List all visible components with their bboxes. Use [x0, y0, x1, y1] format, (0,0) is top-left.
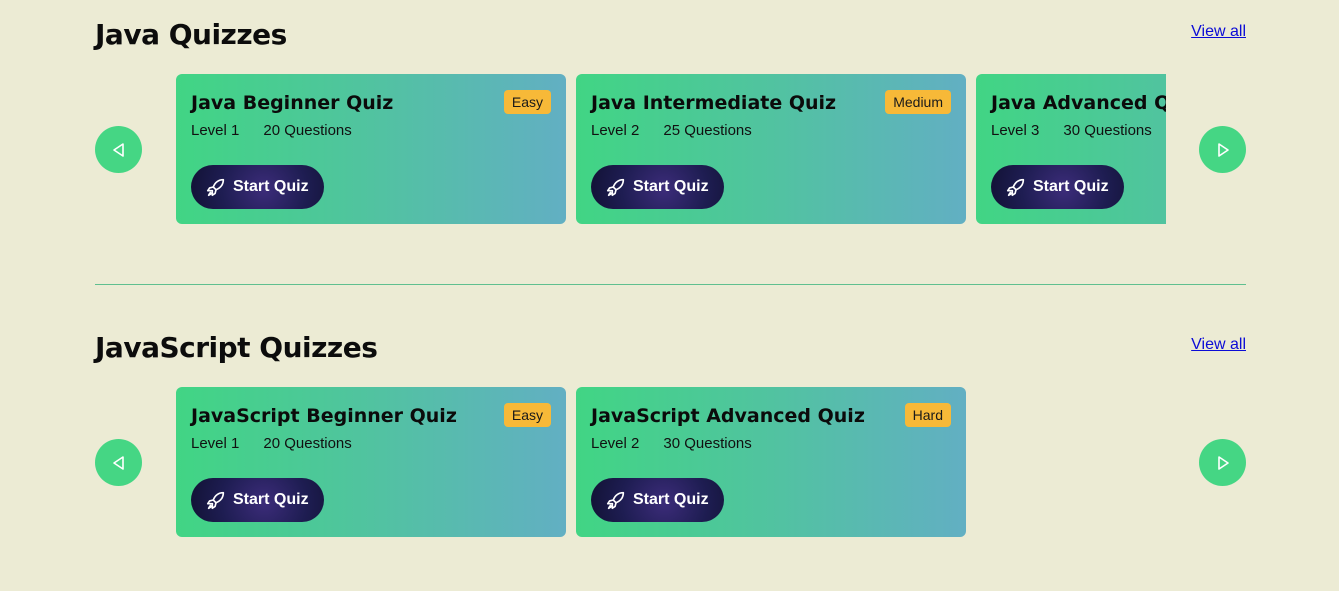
start-quiz-button[interactable]: Start Quiz: [191, 478, 324, 522]
quiz-meta: Level 2 30 Questions: [591, 435, 752, 452]
start-quiz-button[interactable]: Start Quiz: [591, 478, 724, 522]
quiz-card: Java Intermediate Quiz Medium Level 2 25 …: [576, 74, 966, 224]
difficulty-badge: Hard: [904, 403, 951, 427]
start-quiz-label: Start Quiz: [233, 178, 309, 195]
rocket-icon: [606, 491, 625, 510]
quiz-level: Level 1: [191, 122, 240, 139]
start-quiz-label: Start Quiz: [233, 491, 309, 508]
quiz-card: Java Beginner Quiz Easy Level 1 20 Questi…: [176, 74, 566, 224]
quiz-meta: Level 1 20 Questions: [191, 122, 352, 139]
start-quiz-label: Start Quiz: [633, 178, 709, 195]
difficulty-badge: Easy: [503, 90, 551, 114]
quiz-question-count: 30 Questions: [1063, 122, 1152, 139]
rocket-icon: [206, 178, 225, 197]
difficulty-badge: Easy: [503, 403, 551, 427]
carousel-prev-button[interactable]: [95, 126, 142, 173]
triangle-left-icon: [112, 455, 124, 470]
java-quizzes-section: Java Quizzes View all: [95, 18, 1246, 58]
quiz-card: JavaScript Advanced Quiz Hard Level 2 30 …: [576, 387, 966, 537]
quiz-question-count: 20 Questions: [263, 435, 352, 452]
start-quiz-button[interactable]: Start Quiz: [191, 165, 324, 209]
section-title: JavaScript Quizzes: [95, 331, 378, 364]
carousel-next-button[interactable]: [1199, 439, 1246, 486]
quiz-card: Java Advanced Quiz Level 3 30 Questions S…: [976, 74, 1166, 224]
quiz-question-count: 20 Questions: [263, 122, 352, 139]
triangle-right-icon: [1217, 455, 1229, 470]
rocket-icon: [206, 491, 225, 510]
java-quiz-carousel: Java Beginner Quiz Easy Level 1 20 Questi…: [95, 74, 1246, 224]
quiz-level: Level 2: [591, 435, 640, 452]
quiz-meta: Level 1 20 Questions: [191, 435, 352, 452]
carousel-track: Java Beginner Quiz Easy Level 1 20 Questi…: [176, 74, 1166, 224]
start-quiz-label: Start Quiz: [1033, 178, 1109, 195]
carousel-prev-button[interactable]: [95, 439, 142, 486]
view-all-link[interactable]: View all: [1191, 336, 1246, 354]
quiz-level: Level 3: [991, 122, 1040, 139]
quiz-question-count: 30 Questions: [663, 435, 752, 452]
start-quiz-label: Start Quiz: [633, 491, 709, 508]
section-title: Java Quizzes: [95, 18, 287, 51]
javascript-quizzes-section: JavaScript Quizzes View all: [95, 331, 1246, 371]
quiz-meta: Level 3 30 Questions: [991, 122, 1152, 139]
quiz-title: JavaScript Advanced Quiz: [591, 405, 865, 427]
quiz-title: JavaScript Beginner Quiz: [191, 405, 457, 427]
section-header: Java Quizzes View all: [95, 18, 1246, 58]
quiz-meta: Level 2 25 Questions: [591, 122, 752, 139]
difficulty-badge: Medium: [885, 90, 951, 114]
carousel-next-button[interactable]: [1199, 126, 1246, 173]
rocket-icon: [1006, 178, 1025, 197]
section-header: JavaScript Quizzes View all: [95, 331, 1246, 371]
quiz-title: Java Intermediate Quiz: [591, 92, 837, 114]
quiz-title: Java Beginner Quiz: [191, 92, 394, 114]
start-quiz-button[interactable]: Start Quiz: [991, 165, 1124, 209]
carousel-track: JavaScript Beginner Quiz Easy Level 1 20 …: [176, 387, 1166, 537]
quiz-level: Level 1: [191, 435, 240, 452]
quiz-level: Level 2: [591, 122, 640, 139]
triangle-right-icon: [1217, 142, 1229, 157]
javascript-quiz-carousel: JavaScript Beginner Quiz Easy Level 1 20 …: [95, 387, 1246, 537]
view-all-link[interactable]: View all: [1191, 23, 1246, 41]
start-quiz-button[interactable]: Start Quiz: [591, 165, 724, 209]
section-divider: [95, 284, 1246, 285]
quiz-title: Java Advanced Quiz: [991, 92, 1166, 114]
quiz-question-count: 25 Questions: [663, 122, 752, 139]
quiz-card: JavaScript Beginner Quiz Easy Level 1 20 …: [176, 387, 566, 537]
rocket-icon: [606, 178, 625, 197]
triangle-left-icon: [112, 142, 124, 157]
